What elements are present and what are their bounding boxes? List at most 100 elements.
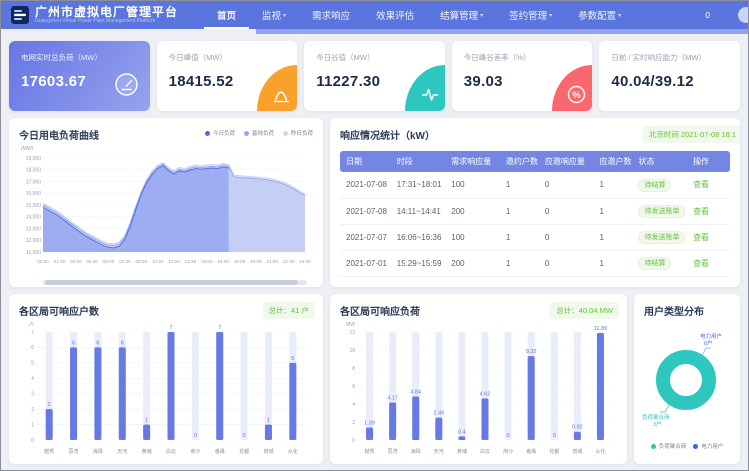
table-cell: 0 — [539, 250, 594, 276]
table-row: 2021-07-0115:29~15:59200101待结算查看 — [340, 250, 730, 276]
svg-text:18:00: 18:00 — [234, 259, 246, 264]
svg-text:花都: 花都 — [239, 448, 249, 455]
svg-text:18,000: 18,000 — [26, 168, 42, 174]
svg-text:番禺: 番禺 — [526, 448, 536, 455]
svg-text:海珠: 海珠 — [411, 448, 421, 455]
view-link[interactable]: 查看 — [693, 259, 709, 268]
svg-text:9.32: 9.32 — [526, 349, 537, 355]
svg-text:4.84: 4.84 — [410, 389, 421, 395]
svg-text:16,000: 16,000 — [26, 191, 42, 197]
svg-text:MW: MW — [346, 322, 355, 328]
svg-text:13,000: 13,000 — [26, 226, 42, 232]
chart-scrollbar[interactable] — [43, 280, 307, 285]
kpi-card-realtime-total-load: 电网实时总负荷（MW） 17603.67 — [9, 41, 150, 111]
svg-text:南沙: 南沙 — [190, 448, 200, 455]
kpi-value: 40.04/39.12 — [611, 73, 728, 90]
nav-right: 0 — [705, 10, 738, 20]
chart-scrollbar-thumb[interactable] — [45, 280, 298, 285]
legend-item-yesterday-load[interactable]: 昨日负荷 — [283, 129, 313, 137]
legend-item-baseline-load[interactable]: 基线负荷 — [244, 129, 274, 137]
menu-item-demand-response[interactable]: 需求响应 — [299, 1, 363, 29]
svg-text:11.89: 11.89 — [594, 326, 607, 332]
svg-text:2: 2 — [31, 407, 34, 413]
svg-text:越秀: 越秀 — [365, 448, 375, 455]
svg-text:2.49: 2.49 — [433, 411, 444, 417]
svg-text:06:00: 06:00 — [103, 259, 115, 264]
svg-text:黄埔: 黄埔 — [457, 448, 467, 455]
view-link[interactable]: 查看 — [693, 207, 709, 216]
svg-text:10:30: 10:30 — [152, 259, 164, 264]
table-cell: 1 — [500, 198, 539, 224]
menu-item-effect-eval[interactable]: 效果评估 — [363, 1, 427, 29]
table-cell: 15:29~15:59 — [391, 250, 446, 276]
view-link[interactable]: 查看 — [693, 180, 709, 189]
svg-text:南沙: 南沙 — [503, 448, 513, 455]
col-demand-amount: 需求响应量 — [445, 151, 500, 172]
legend-dot — [205, 131, 210, 136]
col-invited-users: 邀约户数 — [500, 151, 539, 172]
middle-row: 今日用电负荷曲线 今日负荷 基线负荷 昨日负荷 (MW) 19,00018,00… — [9, 118, 740, 287]
table-cell: 200 — [445, 198, 500, 224]
svg-text:14,000: 14,000 — [26, 215, 42, 221]
table-cell: 100 — [445, 224, 500, 250]
main-content: 电网实时总负荷（MW） 17603.67 今日峰值（MW） 18415.52 — [1, 34, 748, 471]
svg-text:19,000: 19,000 — [26, 156, 42, 162]
kpi-label: 今日峰谷差率（%） — [464, 52, 581, 63]
gauge-icon — [114, 72, 139, 102]
legend-item-aggregator[interactable]: 负荷聚合商 — [651, 442, 687, 450]
svg-text:22:30: 22:30 — [283, 259, 295, 264]
notification-count[interactable]: 0 — [705, 10, 710, 20]
view-link[interactable]: 查看 — [693, 233, 709, 242]
menu-item-home[interactable]: 首页 — [204, 1, 249, 29]
svg-text:0: 0 — [553, 433, 556, 439]
dashboard-root: 广州市虚拟电厂管理平台 Guangzhou Virtual Power Plan… — [0, 0, 749, 471]
svg-text:花都: 花都 — [549, 448, 559, 455]
table-cell: 1 — [593, 172, 632, 198]
nav-substrip-bar — [256, 29, 748, 34]
svg-text:白云: 白云 — [480, 448, 490, 455]
kpi-card-today-peak: 今日峰值（MW） 18415.52 — [157, 41, 298, 111]
table-cell: 2021-07-07 — [340, 224, 391, 250]
legend-dot — [651, 444, 656, 449]
table-cell: 1 — [500, 224, 539, 250]
table-cell: 16:06~16:36 — [391, 224, 446, 250]
callout-power-user-label: 电力用户 — [700, 332, 722, 340]
table-row: 2021-07-0716:06~16:36100101待发送账单查看 — [340, 224, 730, 250]
svg-text:0.4: 0.4 — [458, 429, 466, 435]
table-cell: 2021-07-01 — [340, 250, 391, 276]
svg-text:荔湾: 荔湾 — [388, 448, 398, 455]
legend-item-power-user[interactable]: 电力用户 — [693, 442, 723, 450]
menu-item-params[interactable]: 参数配置▾ — [565, 1, 634, 29]
svg-text:07:30: 07:30 — [119, 259, 131, 264]
user-type-donut-chart: 电力用户 0户 负荷聚合商 3户 — [640, 318, 732, 436]
svg-text:1: 1 — [145, 418, 148, 424]
app-subtitle: Guangzhou Virtual Power Plant Management… — [35, 19, 178, 24]
table-cell: 0 — [539, 172, 594, 198]
user-avatar[interactable] — [738, 7, 749, 23]
col-date: 日期 — [340, 151, 391, 172]
legend-item-today-load[interactable]: 今日负荷 — [205, 129, 235, 137]
menu-item-settlement[interactable]: 结算管理▾ — [427, 1, 496, 29]
table-cell: 2021-07-08 — [340, 172, 391, 198]
percent-icon: % — [552, 65, 592, 111]
district-load-total-badge: 总计：40.04 MW — [550, 302, 619, 319]
svg-text:3: 3 — [31, 392, 34, 398]
table-cell: 1 — [593, 250, 632, 276]
table-row: 2021-07-0817:31~18:01100101待结算查看 — [340, 172, 730, 198]
svg-text:1: 1 — [267, 418, 270, 424]
chevron-down-icon: ▾ — [283, 12, 286, 19]
chevron-down-icon: ▾ — [480, 12, 483, 19]
main-menu: 首页 监视▾ 需求响应 效果评估 结算管理▾ 签约管理▾ 参数配置▾ — [204, 1, 634, 29]
nav-substrip — [1, 29, 748, 34]
status-badge: 待结算 — [638, 179, 671, 192]
callout-aggregator-count: 3户 — [653, 420, 662, 428]
menu-item-contract[interactable]: 签约管理▾ — [496, 1, 565, 29]
table-cell: 17:31~18:01 — [391, 172, 446, 198]
legend-dot — [693, 444, 698, 449]
menu-item-monitor[interactable]: 监视▾ — [249, 1, 299, 29]
svg-text:03:00: 03:00 — [70, 259, 82, 264]
svg-text:6: 6 — [96, 340, 99, 346]
table-cell: 0 — [539, 198, 594, 224]
user-type-title: 用户类型分布 — [640, 303, 734, 318]
app-title: 广州市虚拟电厂管理平台 — [35, 6, 178, 19]
